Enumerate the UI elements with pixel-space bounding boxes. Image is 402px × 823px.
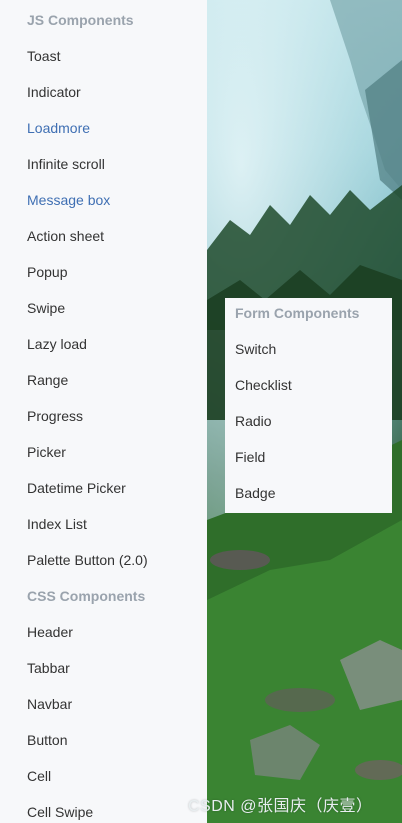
- form-item-switch[interactable]: Switch: [235, 341, 276, 357]
- sidebar-item-button[interactable]: Button: [27, 732, 67, 748]
- sidebar-item-tabbar[interactable]: Tabbar: [27, 660, 70, 676]
- sidebar-item-action-sheet[interactable]: Action sheet: [27, 228, 104, 244]
- sidebar-item-indicator[interactable]: Indicator: [27, 84, 81, 100]
- sidebar-item-progress[interactable]: Progress: [27, 408, 83, 424]
- sidebar-item-cell-swipe[interactable]: Cell Swipe: [27, 804, 93, 820]
- sidebar-item-swipe[interactable]: Swipe: [27, 300, 65, 316]
- form-item-checklist[interactable]: Checklist: [235, 377, 292, 393]
- sidebar-item-header[interactable]: Header: [27, 624, 73, 640]
- form-item-field[interactable]: Field: [235, 449, 265, 465]
- sidebar-item-navbar[interactable]: Navbar: [27, 696, 72, 712]
- sidebar-item-infinite-scroll[interactable]: Infinite scroll: [27, 156, 105, 172]
- sidebar-item-picker[interactable]: Picker: [27, 444, 66, 460]
- css-components-heading: CSS Components: [27, 588, 146, 604]
- form-components-heading: Form Components: [235, 305, 360, 321]
- sidebar-item-datetime-picker[interactable]: Datetime Picker: [27, 480, 126, 496]
- sidebar-item-popup[interactable]: Popup: [27, 264, 67, 280]
- sidebar-nav: JS Components Toast Indicator Loadmore I…: [0, 0, 207, 823]
- sidebar-item-lazy-load[interactable]: Lazy load: [27, 336, 87, 352]
- sidebar-item-range[interactable]: Range: [27, 372, 68, 388]
- form-item-radio[interactable]: Radio: [235, 413, 272, 429]
- js-components-heading: JS Components: [27, 12, 134, 28]
- csdn-watermark: CSDN @张国庆（庆壹）: [188, 798, 373, 815]
- sidebar-item-loadmore[interactable]: Loadmore: [27, 120, 90, 136]
- sidebar-item-cell[interactable]: Cell: [27, 768, 51, 784]
- sidebar-item-toast[interactable]: Toast: [27, 48, 60, 64]
- sidebar-item-index-list[interactable]: Index List: [27, 516, 87, 532]
- sidebar-item-message-box[interactable]: Message box: [27, 192, 110, 208]
- sidebar-item-palette-button[interactable]: Palette Button (2.0): [27, 552, 148, 568]
- form-components-panel: Form Components Switch Checklist Radio F…: [225, 298, 392, 513]
- form-item-badge[interactable]: Badge: [235, 485, 275, 501]
